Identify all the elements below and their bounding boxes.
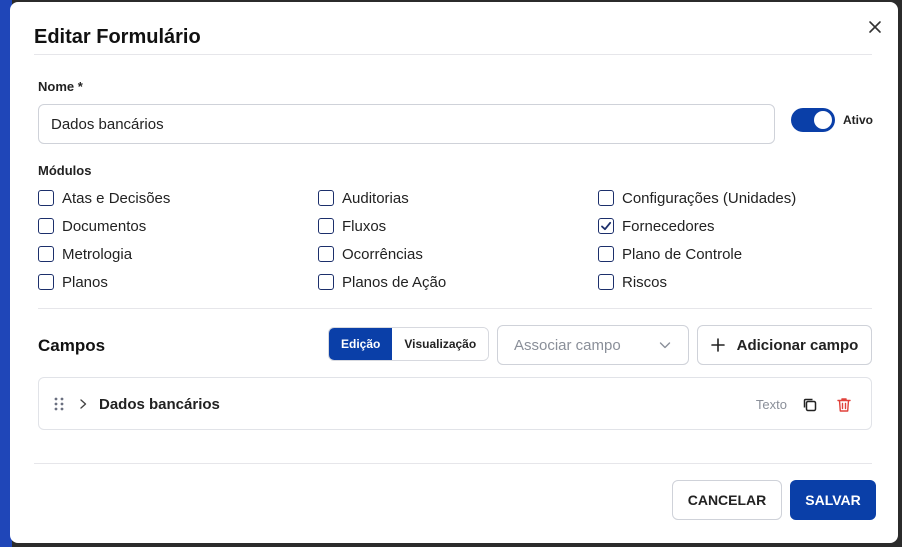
copy-icon[interactable] [801, 396, 819, 414]
modules-label: Módulos [38, 163, 92, 178]
checkbox[interactable] [318, 190, 334, 206]
modules-divider [38, 308, 872, 309]
module-label: Atas e Decisões [62, 189, 171, 207]
cancel-button[interactable]: CANCELAR [672, 480, 782, 520]
checkbox[interactable] [598, 190, 614, 206]
module-checkbox-item[interactable]: Metrologia [38, 244, 132, 264]
field-type: Texto [755, 397, 787, 412]
module-label: Documentos [62, 217, 147, 235]
name-label: Nome * [38, 79, 83, 94]
module-checkbox-item[interactable]: Documentos [38, 216, 146, 236]
checkbox-checked[interactable] [598, 218, 614, 234]
module-label: Planos de Ação [342, 273, 447, 291]
module-checkbox-item[interactable]: Planos [38, 272, 108, 292]
chevron-right-icon[interactable] [77, 397, 89, 411]
field-name: Dados bancários [99, 396, 220, 413]
module-checkbox-item[interactable]: Auditorias [318, 188, 409, 208]
module-checkbox-item[interactable]: Fornecedores [598, 216, 715, 236]
module-label: Configurações (Unidades) [622, 189, 797, 207]
checkbox[interactable] [38, 190, 54, 206]
add-field-button[interactable]: Adicionar campo [697, 325, 872, 365]
module-checkbox-item[interactable]: Planos de Ação [318, 272, 446, 292]
dialog-title: Editar Formulário [34, 26, 201, 48]
checkbox[interactable] [318, 246, 334, 262]
module-label: Fornecedores [622, 217, 715, 235]
checkbox[interactable] [318, 218, 334, 234]
checkbox[interactable] [38, 218, 54, 234]
module-checkbox-item[interactable]: Plano de Controle [598, 244, 742, 264]
checkbox[interactable] [38, 274, 54, 290]
module-label: Planos [62, 273, 108, 291]
mode-view-tab[interactable]: Visualização [392, 328, 489, 360]
module-checkbox-item[interactable]: Ocorrências [318, 244, 423, 264]
edit-form-dialog: Editar Formulário Nome * Ativo Módulos A… [10, 2, 898, 543]
drag-handle-icon[interactable] [53, 397, 65, 411]
mode-edit-tab[interactable]: Edição [329, 328, 393, 360]
associate-field-select[interactable]: Associar campo [497, 325, 689, 365]
module-label: Riscos [622, 273, 668, 291]
plus-icon [710, 338, 725, 352]
module-checkbox-item[interactable]: Atas e Decisões [38, 188, 170, 208]
module-label: Metrologia [62, 245, 133, 263]
module-checkbox-item[interactable]: Fluxos [318, 216, 386, 236]
module-label: Ocorrências [342, 245, 423, 263]
view-mode-toggle: Edição Visualização [328, 327, 490, 361]
footer-divider [34, 463, 872, 464]
checkmark-icon [601, 221, 612, 231]
add-field-label: Adicionar campo [736, 336, 859, 354]
checkbox[interactable] [38, 246, 54, 262]
checkbox[interactable] [598, 274, 614, 290]
associate-field-placeholder: Associar campo [514, 336, 621, 354]
checkbox[interactable] [598, 246, 614, 262]
close-icon [869, 21, 881, 33]
chevron-down-icon [659, 342, 671, 349]
trash-icon[interactable] [835, 396, 853, 414]
module-label: Auditorias [342, 189, 409, 207]
module-label: Fluxos [342, 217, 387, 235]
active-label: Ativo [843, 113, 873, 127]
close-button[interactable] [866, 18, 884, 36]
title-divider [34, 54, 872, 55]
module-label: Plano de Controle [622, 245, 743, 263]
field-list-item[interactable]: Dados bancários Texto [38, 377, 872, 430]
toggle-knob [814, 111, 832, 129]
save-button[interactable]: SALVAR [790, 480, 876, 520]
module-checkbox-item[interactable]: Riscos [598, 272, 667, 292]
checkbox[interactable] [318, 274, 334, 290]
active-toggle[interactable] [791, 108, 835, 132]
name-input[interactable] [38, 104, 775, 144]
fields-section-title: Campos [38, 336, 106, 355]
module-checkbox-item[interactable]: Configurações (Unidades) [598, 188, 796, 208]
